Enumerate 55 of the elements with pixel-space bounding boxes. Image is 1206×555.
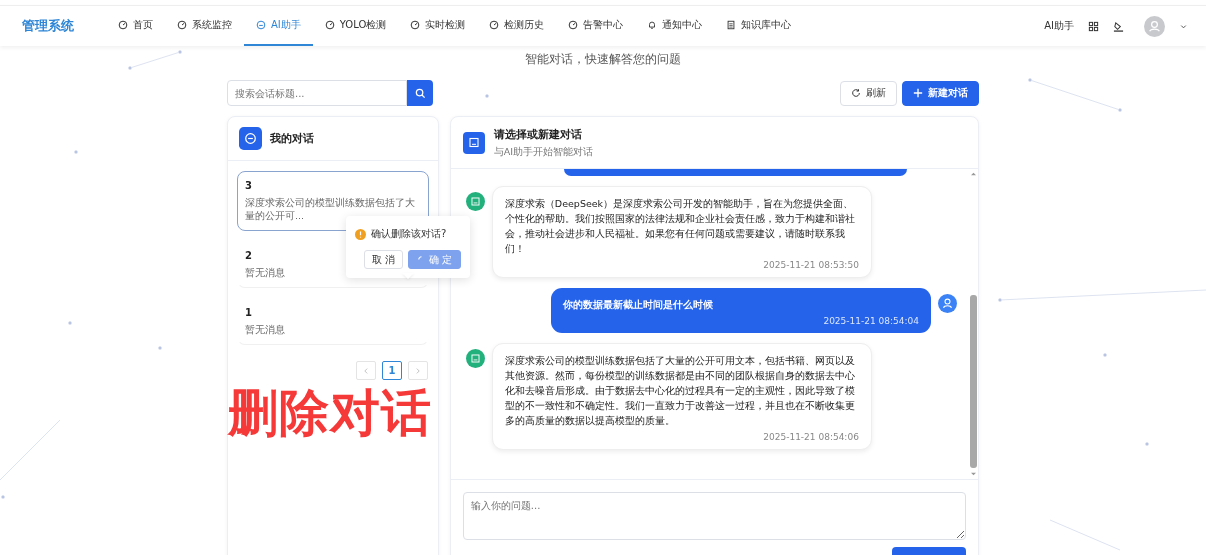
gauge-icon xyxy=(177,20,187,30)
search-icon xyxy=(414,87,426,99)
nav-tab[interactable]: 实时检测 xyxy=(398,6,478,46)
annotation-caption: 删除对话 xyxy=(228,386,438,441)
message-text: 深度求索（DeepSeek）是深度求索公司开发的智能助手，旨在为您提供全面、个性化的帮助。我们按照国家的法律法规和企业社会责任感，致力于构建和谐社会，推动社会进步和人民福祉。如果您有任何问题或需要建议，请随时联系我们！ xyxy=(504,197,856,256)
nav-tab[interactable]: 告警中心 xyxy=(556,6,636,46)
chat-icon xyxy=(256,20,266,30)
message-text: 你的数据最新截止时间是什么时候 xyxy=(563,298,714,312)
nav-tab[interactable]: 知识库中心 xyxy=(714,6,804,46)
robot-avatar-icon xyxy=(465,349,485,368)
chat-subtitle: 与AI助手开始智能对话 xyxy=(493,145,594,159)
user-avatar-icon xyxy=(938,294,957,313)
document-icon xyxy=(726,20,737,30)
message-time: 2025-11-21 08:54:04 xyxy=(822,316,919,326)
new-chat-button[interactable]: 新建对话 xyxy=(902,80,979,106)
paint-bucket-icon[interactable] xyxy=(1113,20,1124,32)
chat-bubble-icon xyxy=(239,127,262,150)
nav-tab[interactable]: 检测历史 xyxy=(477,6,557,46)
robot-avatar-icon xyxy=(465,192,485,211)
page-subtitle: 智能对话，快速解答您的问题 xyxy=(524,51,682,68)
grid-icon[interactable] xyxy=(1088,20,1099,32)
message-time: 2025-11-21 08:54:06 xyxy=(762,432,859,442)
question-input[interactable]: 输入你的问题... xyxy=(462,492,966,540)
refresh-button[interactable]: 刷新 xyxy=(840,80,897,106)
robot-icon xyxy=(462,131,485,154)
gauge-icon xyxy=(489,20,500,30)
page-button[interactable]: 1 xyxy=(381,361,402,380)
refresh-icon xyxy=(851,88,861,98)
panel-title: 我的对话 xyxy=(270,131,314,146)
message-time: 2025-11-21 08:53:50 xyxy=(762,260,859,270)
gauge-icon xyxy=(118,20,128,30)
cancel-button[interactable]: 取 消 xyxy=(363,250,403,269)
chevron-left-icon xyxy=(361,366,370,375)
gauge-icon xyxy=(568,20,579,30)
conversation-item[interactable]: 1 暂无消息 xyxy=(237,298,429,345)
assistant-link[interactable]: AI助手 xyxy=(1044,19,1074,33)
nav-tab[interactable]: 首页 xyxy=(106,6,165,46)
chat-title: 请选择或新建对话 xyxy=(493,126,583,142)
message-text: 深度求索公司的模型训练数据包括了大量的公开可用文本，包括书籍、网页以及其他资源。然而，每份模型的训练数据都是由不同的团队根据自身的数据去中心化和去噪音后形成。由于数据去中心化的过程具有一定的主观性，因此导致了模型的不一致性和不确定性。我们一直致力于改善这一过程，并且也在不断收集更多的高质量的数据以提高模型的质量。 xyxy=(504,354,856,428)
plus-icon xyxy=(913,88,923,98)
nav-tab[interactable]: 通知中心 xyxy=(635,6,715,46)
scrollbar-thumb[interactable] xyxy=(970,295,977,468)
avatar-icon[interactable] xyxy=(1144,15,1165,37)
nav-tab[interactable]: 系统监控 xyxy=(165,6,244,46)
app-logo: 管理系统 xyxy=(22,17,74,35)
scroll-up-icon[interactable] xyxy=(970,171,977,176)
gauge-icon xyxy=(324,20,335,30)
nav-tab[interactable]: YOLO检测 xyxy=(312,6,399,46)
warning-icon xyxy=(355,228,366,240)
bell-icon xyxy=(647,20,658,30)
search-field[interactable]: 搜索会话标题... xyxy=(227,80,407,106)
gauge-icon xyxy=(410,20,421,30)
search-button[interactable] xyxy=(407,80,433,106)
scroll-down-icon[interactable] xyxy=(970,472,977,477)
nav-tab[interactable]: AI助手 xyxy=(244,6,313,46)
